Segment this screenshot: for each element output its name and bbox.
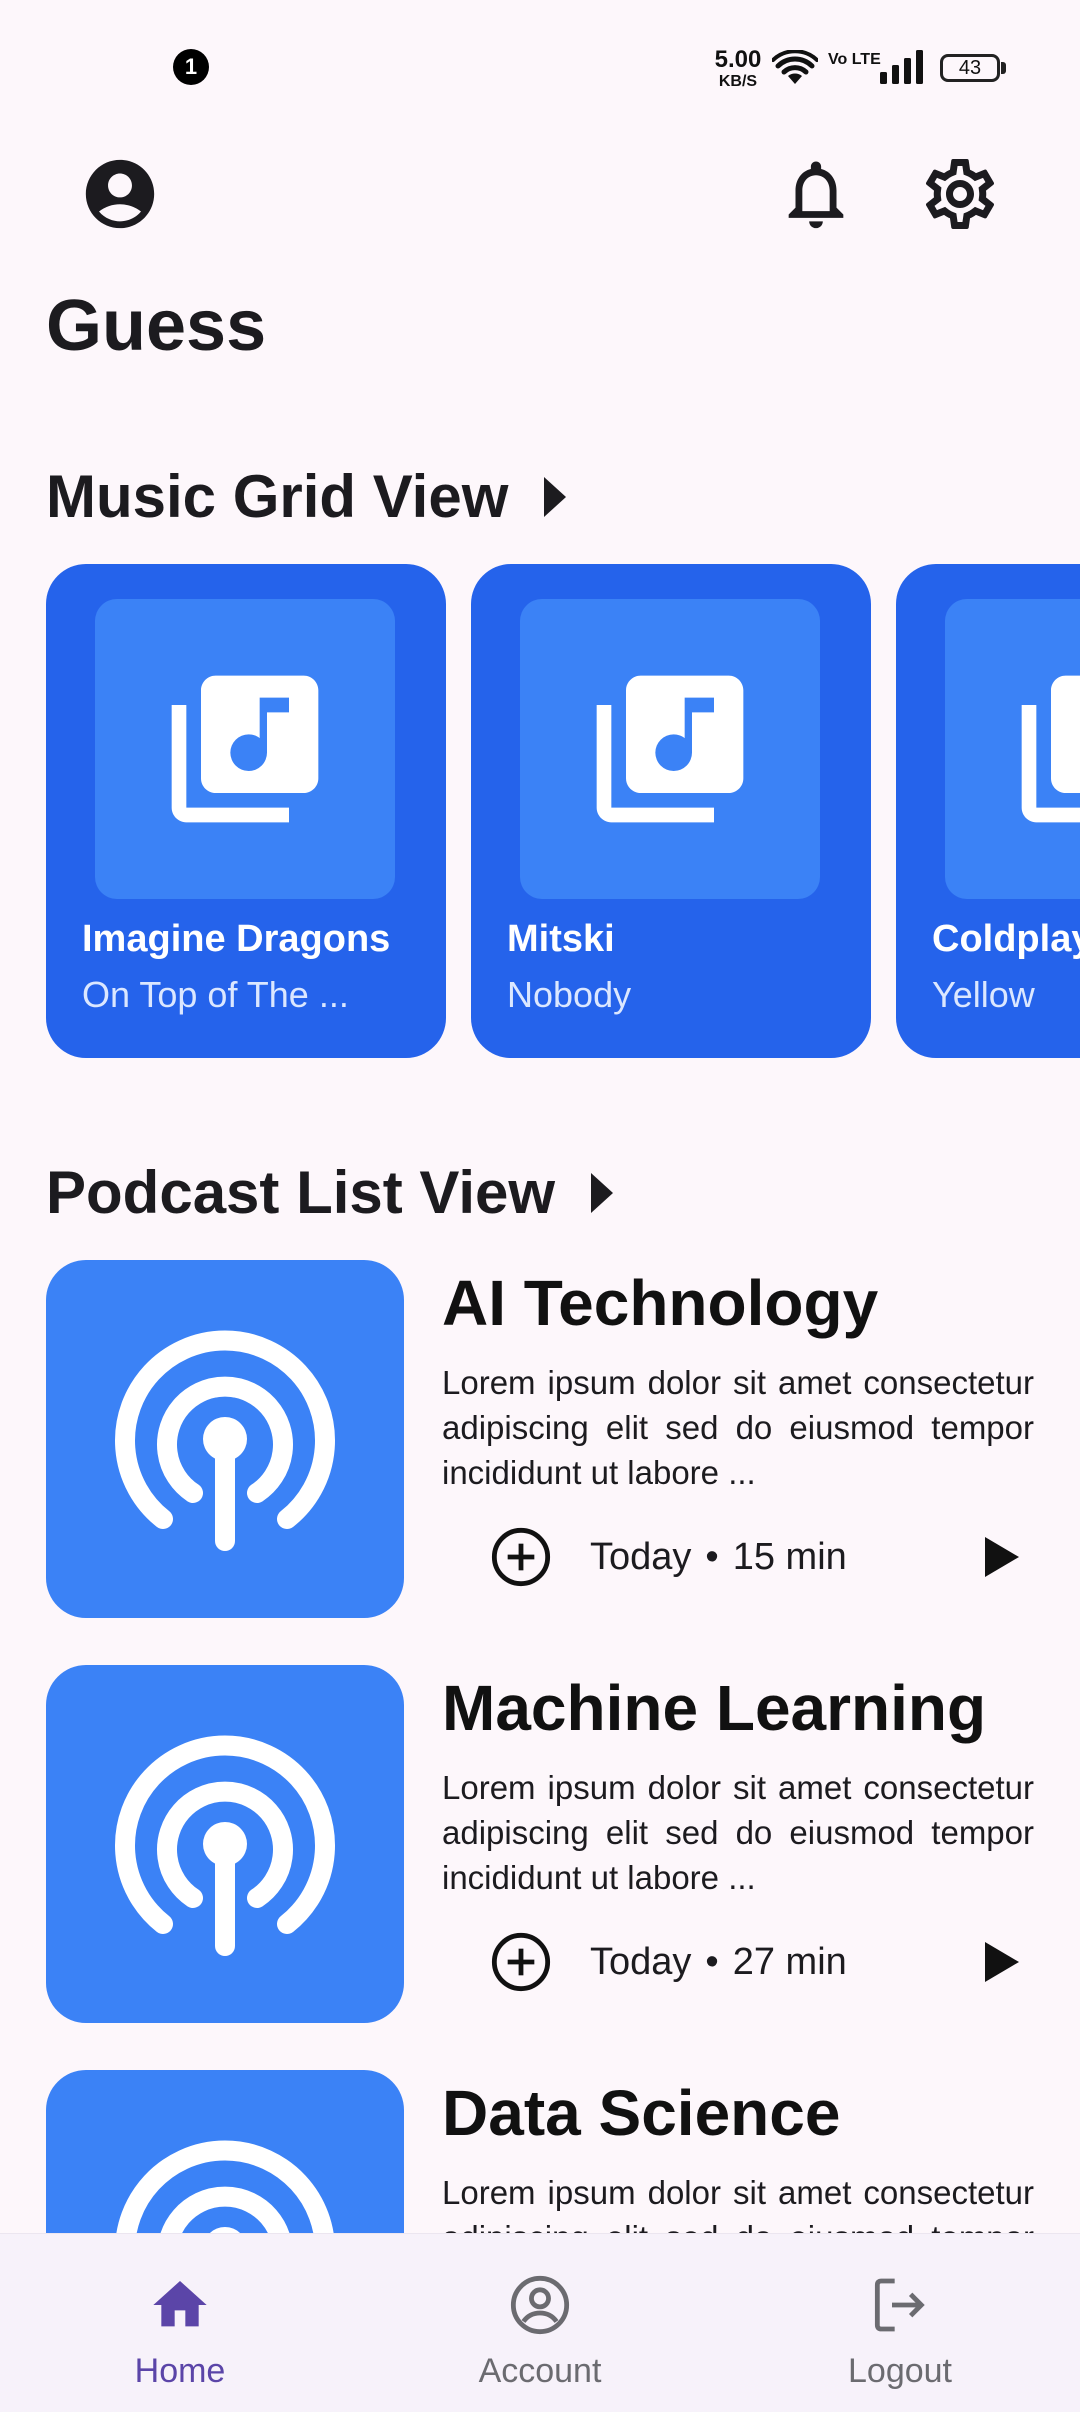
signal-icon xyxy=(880,50,924,89)
add-button[interactable] xyxy=(488,1524,554,1590)
battery-icon: 43 xyxy=(940,54,1000,82)
podcast-date: Today xyxy=(590,1940,692,1983)
wifi-icon xyxy=(771,49,819,91)
podcast-artwork xyxy=(46,1260,404,1618)
library-music-icon xyxy=(1021,675,1080,823)
podcast-description: Lorem ipsum dolor sit amet consectetur a… xyxy=(442,2174,1034,2233)
page-title: Guess xyxy=(46,286,267,366)
settings-button[interactable] xyxy=(912,146,1008,242)
add-circle-icon xyxy=(491,1932,551,1992)
music-artist: Mitski xyxy=(507,918,615,960)
podcast-section-title: Podcast List View xyxy=(46,1159,556,1226)
nav-logout-label: Logout xyxy=(848,2352,952,2390)
status-bar: 1 5.00 KB/S Vo LTE 43 xyxy=(0,0,1080,132)
music-card[interactable]: Mitski Nobody xyxy=(471,564,871,1058)
bottom-navigation: Home Account Logout xyxy=(0,2233,1080,2412)
podcast-title: Data Science xyxy=(442,2077,841,2149)
add-button[interactable] xyxy=(488,1929,554,1995)
play-button[interactable] xyxy=(968,1929,1034,1995)
network-speed-unit: KB/S xyxy=(718,73,758,90)
separator-dot: • xyxy=(705,1535,719,1578)
podcast-description: Lorem ipsum dolor sit amet consectetur a… xyxy=(442,1769,1034,1896)
bell-icon xyxy=(788,161,844,229)
podcast-date: Today xyxy=(590,1535,692,1578)
music-artist: Imagine Dragons xyxy=(82,918,391,960)
podcast-description: Lorem ipsum dolor sit amet consectetur a… xyxy=(442,1364,1034,1491)
podcast-icon xyxy=(115,1330,335,1551)
logout-icon xyxy=(865,2270,935,2340)
music-artist: Coldplay xyxy=(932,918,1080,960)
arrow-right-icon xyxy=(544,476,567,517)
podcast-icon xyxy=(116,2140,334,2233)
music-grid: Imagine Dragons On Top of The ... Mitski… xyxy=(46,564,1080,1058)
podcast-meta: Today • 27 min xyxy=(590,1941,847,1984)
library-music-icon xyxy=(596,675,744,823)
podcast-list-item[interactable]: Data Science Lorem ipsum dolor sit amet … xyxy=(46,2070,1046,2233)
music-section-header[interactable]: Music Grid View xyxy=(46,462,567,531)
podcast-title: Machine Learning xyxy=(442,1672,987,1744)
music-song: Nobody xyxy=(507,974,632,1015)
gear-icon xyxy=(925,158,995,229)
nav-logout[interactable]: Logout xyxy=(780,2234,1020,2412)
podcast-title: AI Technology xyxy=(442,1267,879,1339)
podcast-duration: 27 min xyxy=(732,1940,847,1983)
nav-home-label: Home xyxy=(134,2352,226,2390)
play-icon xyxy=(985,1942,1019,1982)
podcast-section-header[interactable]: Podcast List View xyxy=(46,1158,614,1227)
arrow-right-icon xyxy=(591,1172,614,1213)
account-circle-icon xyxy=(85,159,155,229)
music-artwork xyxy=(520,599,820,899)
add-circle-icon xyxy=(491,1527,551,1587)
notification-count-badge: 1 xyxy=(173,49,209,85)
profile-button[interactable] xyxy=(72,146,168,242)
library-music-icon xyxy=(171,675,319,823)
podcast-artwork xyxy=(46,1665,404,2023)
music-card[interactable]: Coldplay Yellow xyxy=(896,564,1080,1058)
music-artwork xyxy=(95,599,395,899)
music-card[interactable]: Imagine Dragons On Top of The ... xyxy=(46,564,446,1058)
play-button[interactable] xyxy=(968,1524,1034,1590)
volte-icon: Vo LTE xyxy=(828,51,881,68)
network-speed: 5.00 KB/S xyxy=(708,48,768,90)
podcast-meta-row: Today • 15 min xyxy=(442,1522,1042,1592)
music-section-title: Music Grid View xyxy=(46,463,509,530)
music-song: On Top of The ... xyxy=(82,974,349,1015)
home-icon xyxy=(145,2270,215,2340)
podcast-list-item[interactable]: Machine Learning Lorem ipsum dolor sit a… xyxy=(46,1665,1046,2027)
podcast-duration: 15 min xyxy=(732,1535,847,1578)
music-song: Yellow xyxy=(932,974,1035,1015)
podcast-meta-row: Today • 27 min xyxy=(442,1927,1042,1997)
app-screen: 1 5.00 KB/S Vo LTE 43 Guess Music Grid V… xyxy=(0,0,1080,2412)
podcast-artwork xyxy=(46,2070,404,2233)
play-icon xyxy=(985,1537,1019,1577)
nav-account[interactable]: Account xyxy=(420,2234,660,2412)
nav-home[interactable]: Home xyxy=(60,2234,300,2412)
podcast-meta: Today • 15 min xyxy=(590,1536,847,1579)
nav-account-label: Account xyxy=(478,2352,602,2390)
music-artwork xyxy=(945,599,1080,899)
network-speed-value: 5.00 xyxy=(714,46,762,73)
battery-tip xyxy=(1001,62,1006,74)
account-circle-icon xyxy=(505,2270,575,2340)
separator-dot: • xyxy=(705,1940,719,1983)
podcast-icon xyxy=(115,1735,335,1956)
podcast-list-item[interactable]: AI Technology Lorem ipsum dolor sit amet… xyxy=(46,1260,1046,1622)
notifications-button[interactable] xyxy=(768,146,864,242)
